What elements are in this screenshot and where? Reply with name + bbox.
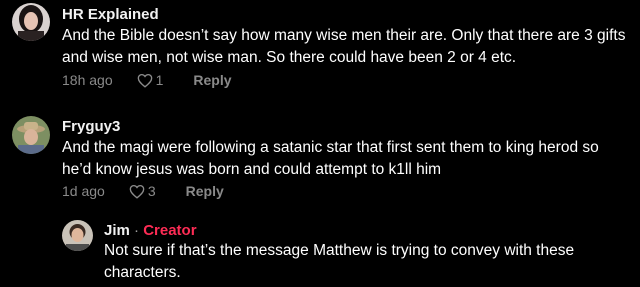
user-avatar-icon: [12, 116, 50, 154]
reply-button[interactable]: Reply: [186, 183, 224, 199]
user-avatar-icon: [62, 220, 93, 251]
comment-timestamp: 1d ago: [62, 183, 105, 199]
heart-icon[interactable]: [129, 184, 145, 199]
reply-username-row: Jim · Creator: [104, 222, 197, 239]
separator-dot: ·: [134, 222, 140, 239]
comment-item: HR Explained And the Bible doesn’t say h…: [0, 0, 640, 95]
comment-item: Fryguy3 And the magi were following a sa…: [0, 110, 640, 210]
comment-timestamp: 18h ago: [62, 72, 113, 88]
comment-username[interactable]: HR Explained: [62, 6, 159, 23]
like-button[interactable]: 1: [137, 72, 164, 88]
creator-badge: Creator: [143, 222, 197, 239]
like-count: 3: [147, 183, 156, 199]
comment-meta: 1d ago 3 Reply: [62, 183, 224, 199]
heart-icon[interactable]: [137, 73, 153, 88]
avatar[interactable]: [12, 116, 50, 154]
comment-text: And the magi were following a satanic st…: [62, 139, 599, 178]
avatar[interactable]: [62, 220, 93, 251]
reply-button[interactable]: Reply: [193, 72, 231, 88]
like-button[interactable]: 3: [129, 183, 156, 199]
reply-username[interactable]: Jim: [104, 222, 130, 239]
user-avatar-icon: [12, 3, 50, 41]
reply-item: Jim · Creator Not sure if that’s the mes…: [0, 215, 640, 287]
reply-text: Not sure if that’s the message Matthew i…: [104, 242, 575, 281]
avatar[interactable]: [12, 3, 50, 41]
comment-text: And the Bible doesn’t say how many wise …: [62, 27, 626, 66]
like-count: 1: [155, 72, 164, 88]
comment-username[interactable]: Fryguy3: [62, 118, 120, 135]
comment-meta: 18h ago 1 Reply: [62, 72, 232, 88]
